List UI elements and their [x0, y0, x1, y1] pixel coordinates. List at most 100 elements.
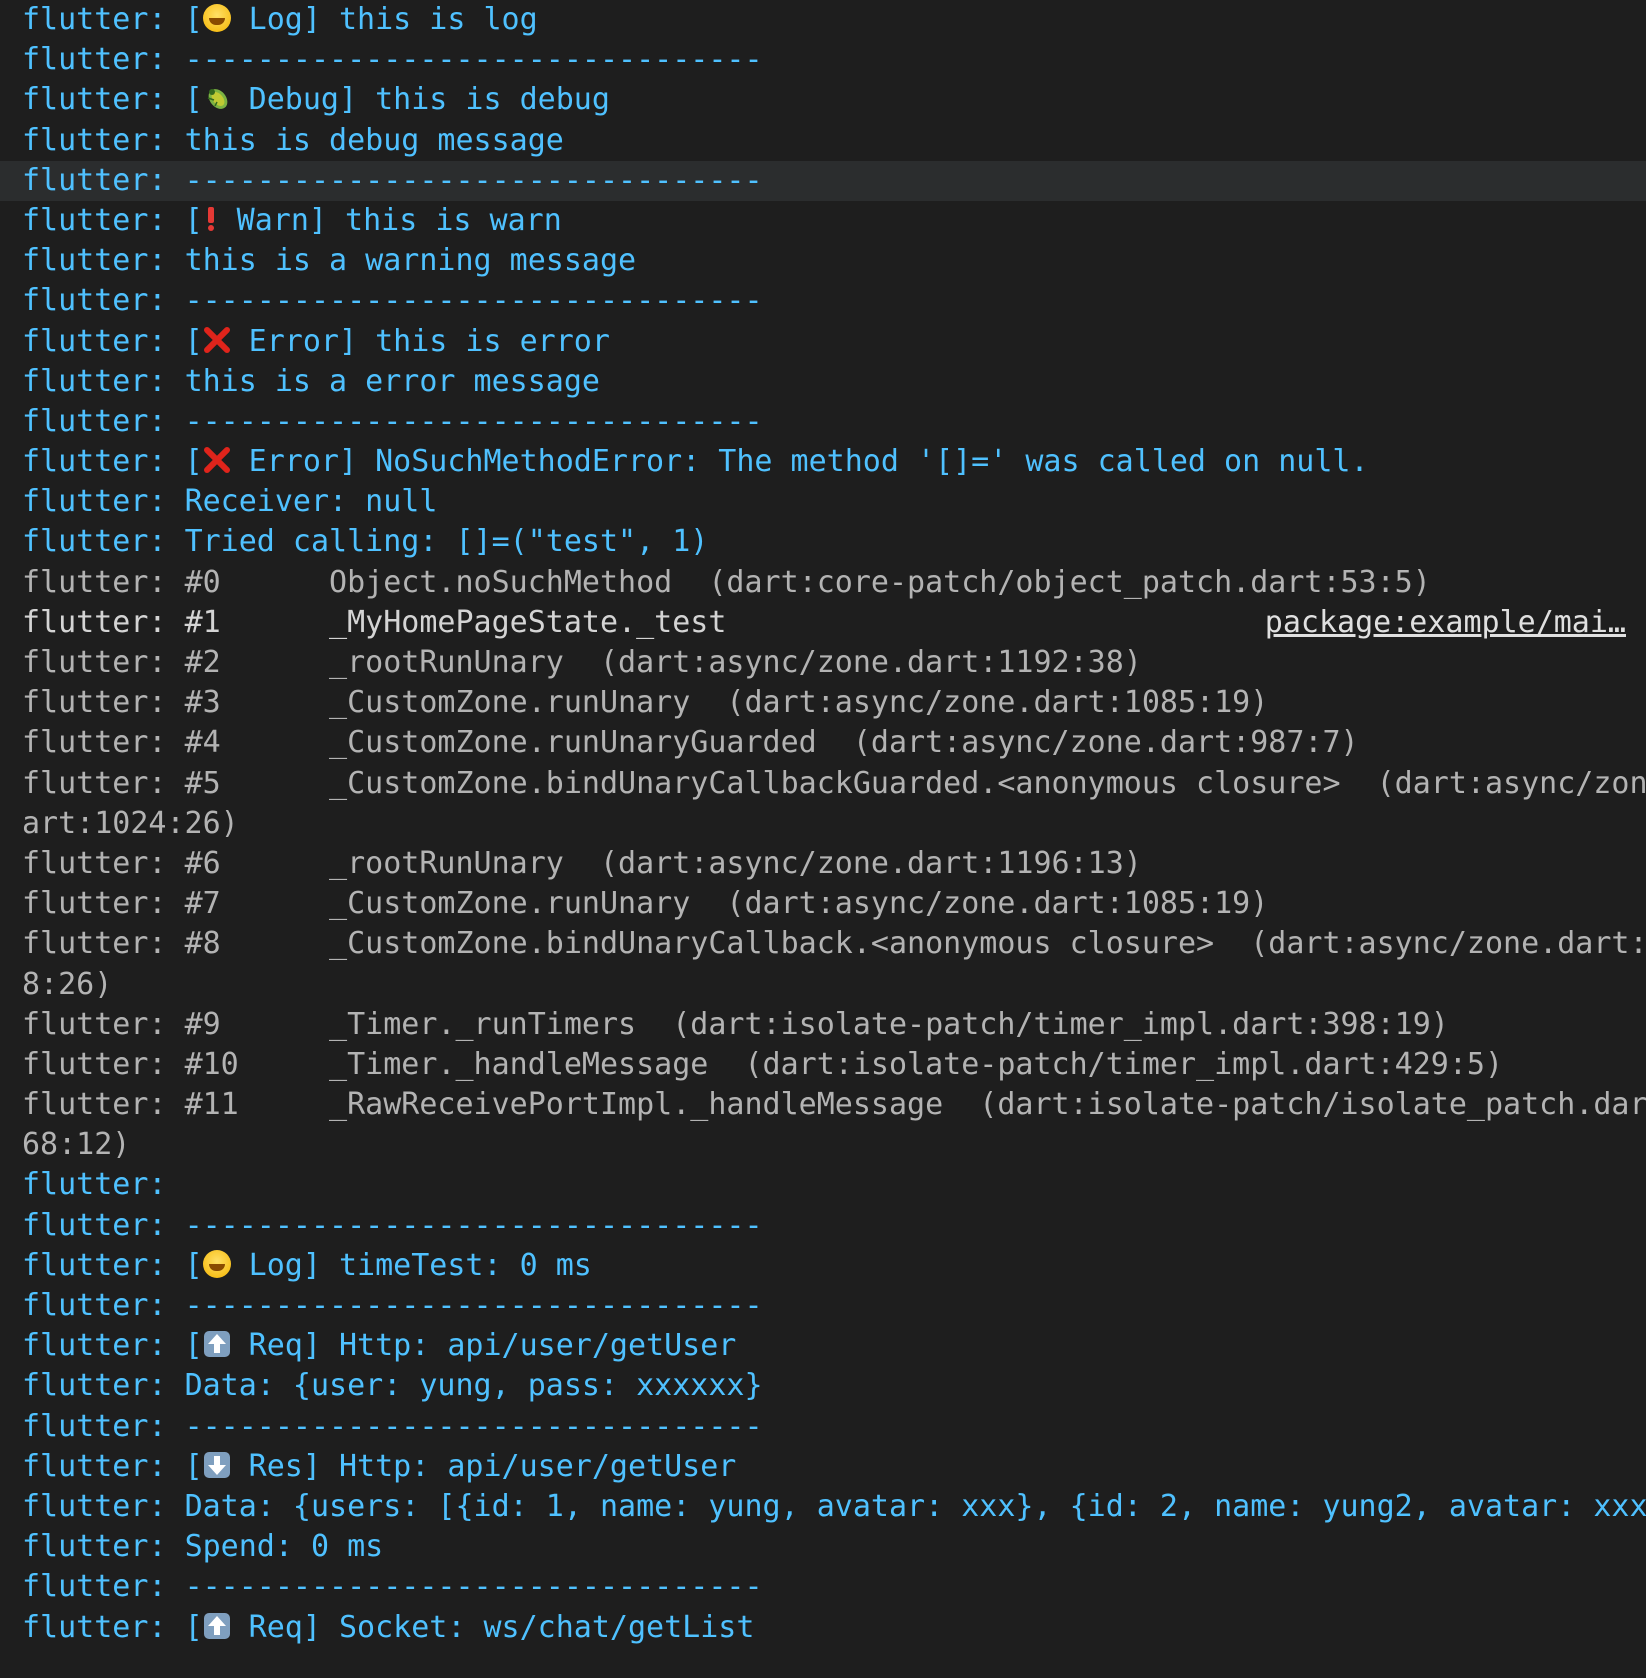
cross-mark-icon [203, 446, 231, 474]
up-arrow-icon [203, 1612, 231, 1640]
console-line: art:1024:26) [0, 804, 1646, 844]
bracket-open: [ [184, 202, 203, 238]
line-text: #1 _MyHomePageState._test [184, 604, 727, 640]
console-line: flutter: #8 _CustomZone.bindUnaryCallbac… [0, 924, 1646, 964]
line-text: -------------------------------- [184, 1207, 763, 1243]
line-prefix: flutter: [22, 1569, 185, 1605]
line-text: #9 _Timer._runTimers (dart:isolate-patch… [184, 1006, 1449, 1042]
console-line: 8:26) [0, 965, 1646, 1005]
line-prefix: flutter: [22, 363, 185, 399]
line-text: -------------------------------- [184, 162, 763, 198]
line-text: 8:26) [22, 966, 113, 1002]
console-line: flutter: Data: {users: [{id: 1, name: yu… [0, 1487, 1646, 1527]
bracket-open: [ [184, 323, 203, 359]
console-line: flutter: Spend: 0 ms [0, 1527, 1646, 1567]
bracket-open: [ [184, 2, 203, 37]
console-line: flutter: [ Error] this is error [0, 322, 1646, 362]
line-text: -------------------------------- [184, 283, 763, 319]
line-prefix: flutter: [22, 243, 185, 279]
line-text: -------------------------------- [184, 403, 763, 439]
console-line: flutter: #1 _MyHomePageState._test packag… [0, 603, 1646, 643]
console-line: flutter: -------------------------------… [0, 1206, 1646, 1246]
bracket-open: [ [184, 1609, 203, 1645]
console-line: flutter: #4 _CustomZone.runUnaryGuarded … [0, 723, 1646, 763]
line-text: -------------------------------- [184, 1288, 763, 1323]
console-line: flutter: -------------------------------… [0, 40, 1646, 80]
grinning-face-icon [202, 1249, 231, 1278]
line-text: #5 _CustomZone.bindUnaryCallbackGuarded.… [184, 765, 1646, 801]
console-line: flutter: Receiver: null [0, 482, 1646, 522]
line-prefix: flutter: [22, 1448, 185, 1484]
line-prefix: flutter: [22, 1529, 185, 1565]
line-text: Res] Http: api/user/getUser [230, 1448, 737, 1484]
console-line: flutter: [ Error] NoSuchMethodError: The… [0, 442, 1646, 482]
line-prefix: flutter: [22, 202, 185, 238]
line-prefix: flutter: [22, 845, 185, 881]
line-text: Log] this is log [230, 2, 538, 37]
line-prefix: flutter: [22, 283, 185, 319]
line-text: Log] timeTest: 0 ms [230, 1247, 592, 1283]
console-line: flutter: #6 _rootRunUnary (dart:async/zo… [0, 844, 1646, 884]
console-line: flutter: this is a warning message [0, 241, 1646, 281]
debug-console-output[interactable]: flutter: [ Log] this is log flutter: ----… [0, 0, 1646, 1678]
console-line: flutter: Tried calling: []=("test", 1) [0, 522, 1646, 562]
bracket-open: [ [184, 1448, 203, 1484]
line-text: #3 _CustomZone.runUnary (dart:async/zone… [184, 685, 1269, 721]
console-line: flutter: #10 _Timer._handleMessage (dart… [0, 1045, 1646, 1085]
line-text: Req] Http: api/user/getUser [230, 1328, 737, 1364]
console-line: 68:12) [0, 1125, 1646, 1165]
line-text: 68:12) [22, 1127, 131, 1163]
line-text: Error] NoSuchMethodError: The method '[]… [230, 444, 1369, 480]
source-link[interactable]: package:example/mai… [1265, 603, 1626, 643]
line-text: Receiver: null [184, 484, 438, 520]
line-text: #10 _Timer._handleMessage (dart:isolate-… [184, 1046, 1504, 1082]
line-text: Tried calling: []=("test", 1) [184, 524, 709, 560]
line-text: Data: {users: [{id: 1, name: yung, avata… [184, 1488, 1646, 1524]
line-text: Spend: 0 ms [184, 1529, 384, 1565]
console-line: flutter: #0 Object.noSuchMethod (dart:co… [0, 563, 1646, 603]
console-line: flutter: this is debug message [0, 121, 1646, 161]
line-prefix: flutter: [22, 1488, 185, 1524]
console-line: flutter: #9 _Timer._runTimers (dart:isol… [0, 1005, 1646, 1045]
console-line: flutter: #5 _CustomZone.bindUnaryCallbac… [0, 764, 1646, 804]
line-prefix: flutter: [22, 1368, 185, 1404]
line-prefix: flutter: [22, 524, 185, 560]
console-line: flutter: [ Req] Socket: ws/chat/getList [0, 1608, 1646, 1648]
bracket-open: [ [184, 1328, 203, 1364]
console-line: flutter: -------------------------------… [0, 281, 1646, 321]
console-line: flutter: [ Warn] this is warn [0, 201, 1646, 241]
line-text: Debug] this is debug [230, 82, 610, 118]
console-line: flutter: [ Res] Http: api/user/getUser [0, 1447, 1646, 1487]
console-line: flutter: [0, 1165, 1646, 1205]
line-prefix: flutter: [22, 1408, 185, 1444]
console-line: flutter: -------------------------------… [0, 160, 1646, 201]
line-text: Data: {user: yung, pass: xxxxxx} [184, 1368, 763, 1404]
line-text: -------------------------------- [184, 42, 763, 78]
console-line: flutter: #3 _CustomZone.runUnary (dart:a… [0, 683, 1646, 723]
console-line: flutter: this is a error message [0, 362, 1646, 402]
bug-icon [203, 84, 231, 112]
line-prefix: flutter: [22, 1087, 185, 1123]
bracket-open: [ [184, 82, 203, 118]
line-prefix: flutter: [22, 604, 185, 640]
console-line: flutter: -------------------------------… [0, 1407, 1646, 1447]
console-line: flutter: -------------------------------… [0, 1567, 1646, 1607]
console-line: flutter: [ Req] Http: api/user/getUser [0, 1326, 1646, 1366]
console-line: flutter: [ Debug] this is debug [0, 80, 1646, 120]
line-prefix: flutter: [22, 162, 185, 198]
line-text: -------------------------------- [184, 1408, 763, 1444]
line-prefix: flutter: [22, 1288, 185, 1323]
line-text: this is debug message [184, 122, 564, 158]
line-prefix: flutter: [22, 1609, 185, 1645]
line-prefix: flutter: [22, 1046, 185, 1082]
line-prefix: flutter: [22, 484, 185, 520]
line-text: Error] this is error [230, 323, 610, 359]
console-line: flutter: #2 _rootRunUnary (dart:async/zo… [0, 643, 1646, 683]
console-line: flutter: Data: {user: yung, pass: xxxxxx… [0, 1366, 1646, 1406]
line-text: art:1024:26) [22, 805, 239, 841]
cross-mark-icon [203, 326, 231, 354]
line-text: #6 _rootRunUnary (dart:async/zone.dart:1… [184, 845, 1142, 881]
line-prefix: flutter: [22, 82, 185, 118]
line-text: -------------------------------- [184, 1569, 763, 1605]
console-line: flutter: -------------------------------… [0, 402, 1646, 442]
